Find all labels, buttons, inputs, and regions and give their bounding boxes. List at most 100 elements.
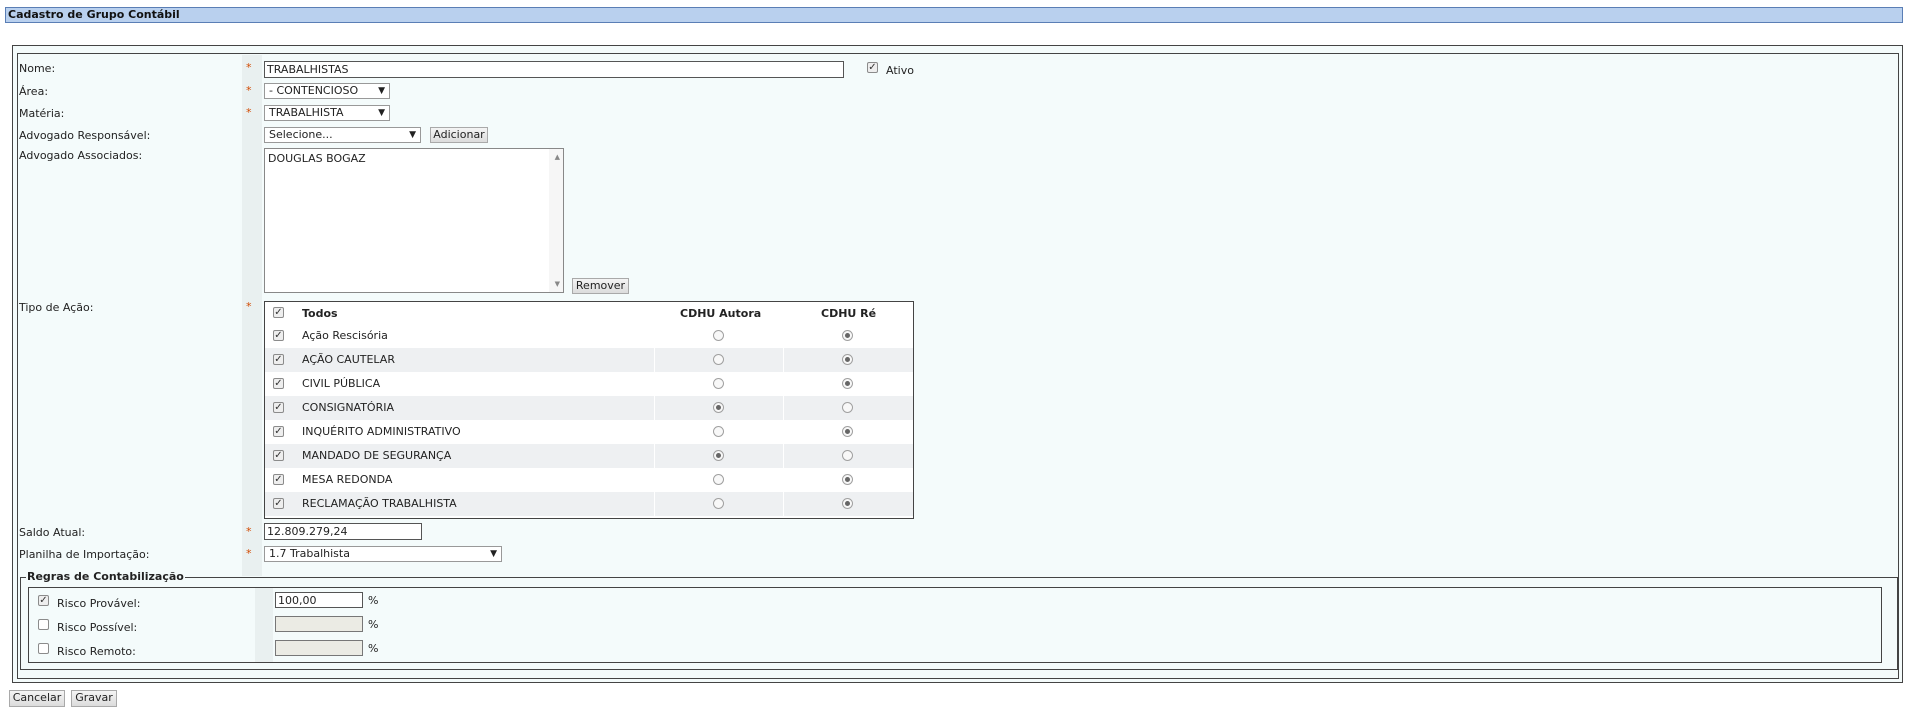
advogados-associados-listbox[interactable]: DOUGLAS BOGAZ ▲ ▼ [264, 148, 564, 293]
row-checkbox[interactable]: ✓ [273, 474, 284, 485]
ativo-label: Ativo [886, 64, 914, 77]
tipo-acao-name: AÇÃO CAUTELAR [302, 353, 395, 366]
advogado-responsavel-select[interactable]: Selecione... ▼ [264, 127, 421, 143]
tipo-acao-name: CONSIGNATÓRIA [302, 401, 395, 414]
row-checkbox[interactable]: ✓ [273, 330, 284, 341]
tipo-acao-name: RECLAMAÇÃO TRABALHISTA [302, 497, 457, 510]
scroll-down-icon[interactable]: ▼ [555, 280, 560, 288]
list-item[interactable]: DOUGLAS BOGAZ [268, 152, 366, 165]
scroll-up-icon[interactable]: ▲ [555, 153, 560, 161]
cdhu-autora-radio[interactable] [713, 378, 724, 389]
cdhu-autora-radio[interactable] [713, 426, 724, 437]
column-divider [783, 302, 784, 518]
nome-label: Nome: [19, 62, 56, 75]
ativo-checkbox[interactable]: ✓ [867, 62, 878, 73]
risco-possivel-input[interactable] [275, 616, 363, 632]
planilha-select[interactable]: 1.7 Trabalhista ▼ [264, 546, 502, 562]
risco-remoto-input[interactable] [275, 640, 363, 656]
advogado-responsavel-label: Advogado Responsável: [19, 129, 151, 142]
cdhu-autora-radio[interactable] [713, 450, 724, 461]
cdhu-re-radio[interactable] [842, 450, 853, 461]
table-row: ✓ CONSIGNATÓRIA [265, 396, 913, 420]
adicionar-button[interactable]: Adicionar [430, 127, 488, 143]
nome-input[interactable]: TRABALHISTAS [264, 61, 844, 78]
cdhu-autora-radio[interactable] [713, 498, 724, 509]
cdhu-re-radio[interactable] [842, 426, 853, 437]
check-icon: ✓ [274, 354, 283, 365]
risco-possivel-label: Risco Possível: [57, 621, 138, 634]
materia-label: Matéria: [19, 107, 65, 120]
materia-select[interactable]: TRABALHISTA ▼ [264, 105, 390, 121]
table-row: ✓ MANDADO DE SEGURANÇA [265, 444, 913, 468]
tipo-acao-name: INQUÉRITO ADMINISTRATIVO [302, 425, 461, 438]
check-icon: ✓ [274, 378, 283, 389]
regras-legend: Regras de Contabilização [26, 570, 185, 583]
percent-sign: % [368, 594, 379, 607]
saldo-atual-label: Saldo Atual: [19, 526, 86, 539]
table-row: ✓ RECLAMAÇÃO TRABALHISTA [265, 492, 913, 516]
cdhu-re-radio[interactable] [842, 402, 853, 413]
risco-remoto-checkbox[interactable] [38, 643, 49, 654]
table-row: ✓ MESA REDONDA [265, 468, 913, 492]
row-checkbox[interactable]: ✓ [273, 426, 284, 437]
advogado-responsavel-value: Selecione... [269, 128, 333, 141]
saldo-atual-input[interactable]: 12.809.279,24 [264, 523, 422, 540]
check-icon: ✓ [274, 402, 283, 413]
row-checkbox[interactable]: ✓ [273, 378, 284, 389]
cdhu-re-radio[interactable] [842, 354, 853, 365]
header-cdhu-re: CDHU Ré [821, 307, 877, 320]
regras-separator [255, 588, 273, 662]
cancel-button[interactable]: Cancelar [9, 690, 65, 707]
chevron-down-icon: ▼ [409, 130, 416, 140]
check-icon: ✓ [274, 426, 283, 437]
percent-sign: % [368, 642, 379, 655]
cdhu-autora-radio[interactable] [713, 354, 724, 365]
tipo-acao-label: Tipo de Ação: [19, 301, 94, 314]
risco-provavel-checkbox[interactable]: ✓ [38, 595, 49, 606]
required-column [242, 55, 262, 576]
planilha-label: Planilha de Importação: [19, 548, 150, 561]
required-marker: * [246, 61, 252, 74]
tipo-acao-name: MANDADO DE SEGURANÇA [302, 449, 452, 462]
cdhu-re-radio[interactable] [842, 330, 853, 341]
materia-select-value: TRABALHISTA [269, 106, 344, 119]
save-button[interactable]: Gravar [71, 690, 117, 707]
tipo-acao-table: ✓ Todos CDHU Autora CDHU Ré ✓ Ação Rescis… [264, 301, 914, 519]
row-checkbox[interactable]: ✓ [273, 498, 284, 509]
cdhu-autora-radio[interactable] [713, 402, 724, 413]
header-todos: Todos [302, 307, 338, 320]
check-icon: ✓ [274, 450, 283, 461]
cdhu-re-radio[interactable] [842, 474, 853, 485]
risco-possivel-checkbox[interactable] [38, 619, 49, 630]
cdhu-autora-radio[interactable] [713, 330, 724, 341]
cdhu-re-radio[interactable] [842, 498, 853, 509]
required-marker: * [246, 300, 252, 313]
row-checkbox[interactable]: ✓ [273, 402, 284, 413]
listbox-scrollbar[interactable] [549, 149, 563, 292]
area-select[interactable]: - CONTENCIOSO ▼ [264, 83, 390, 99]
page-title-bar: Cadastro de Grupo Contábil [5, 7, 1903, 23]
risco-provavel-input[interactable]: 100,00 [275, 592, 363, 608]
tipo-acao-name: CIVIL PÚBLICA [302, 377, 381, 390]
cdhu-autora-radio[interactable] [713, 474, 724, 485]
row-checkbox[interactable]: ✓ [273, 450, 284, 461]
required-marker: * [246, 547, 252, 560]
cdhu-re-radio[interactable] [842, 378, 853, 389]
tipo-acao-name: MESA REDONDA [302, 473, 393, 486]
chevron-down-icon: ▼ [490, 549, 497, 559]
check-icon: ✓ [274, 474, 283, 485]
remover-button[interactable]: Remover [572, 278, 629, 294]
advogados-associados-label: Advogado Associados: [19, 149, 143, 162]
risco-remoto-label: Risco Remoto: [57, 645, 136, 658]
percent-sign: % [368, 618, 379, 631]
chevron-down-icon: ▼ [378, 108, 385, 118]
tipo-acao-name: Ação Rescisória [302, 329, 388, 342]
required-marker: * [246, 84, 252, 97]
required-marker: * [246, 106, 252, 119]
row-checkbox[interactable]: ✓ [273, 354, 284, 365]
select-all-checkbox[interactable]: ✓ [273, 307, 284, 318]
check-icon: ✓ [274, 307, 283, 318]
table-row: ✓ CIVIL PÚBLICA [265, 372, 913, 396]
table-row: ✓ AÇÃO CAUTELAR [265, 348, 913, 372]
table-row: ✓ INQUÉRITO ADMINISTRATIVO [265, 420, 913, 444]
